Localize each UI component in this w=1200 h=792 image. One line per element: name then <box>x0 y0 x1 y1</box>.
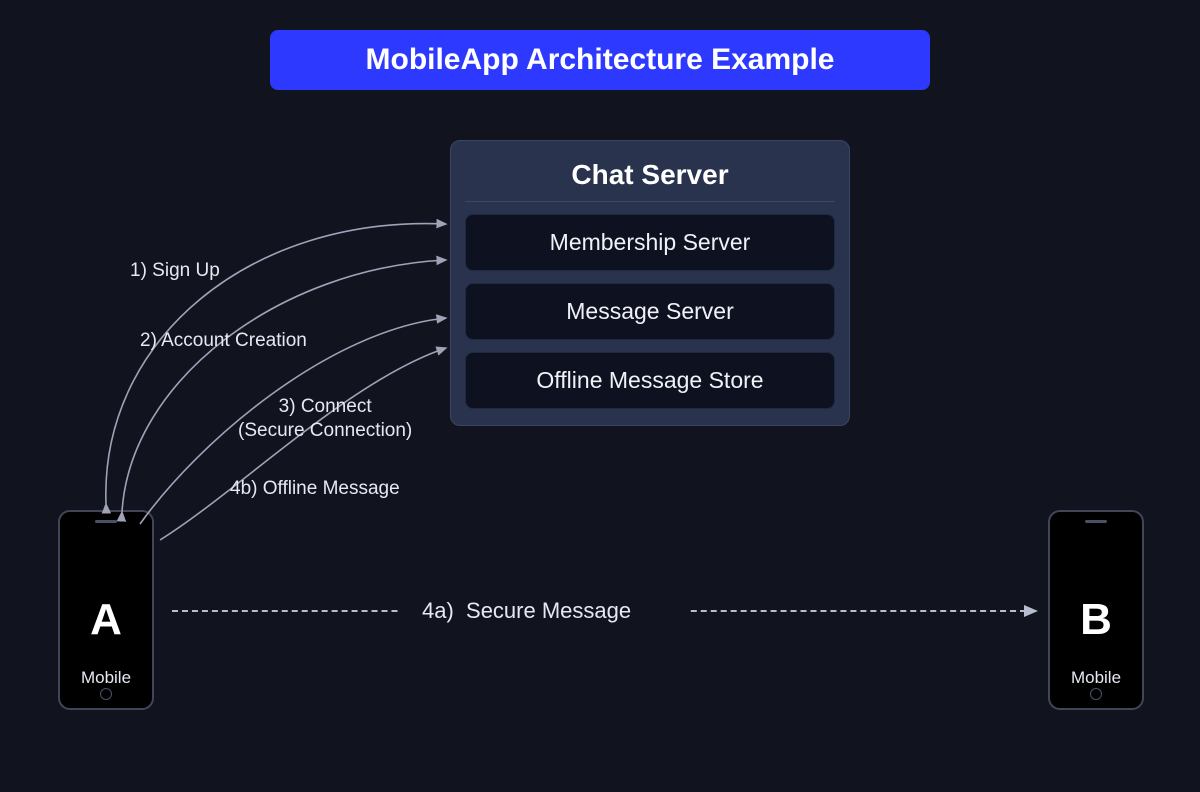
phone-b-node: B Mobile <box>1048 510 1144 710</box>
phone-b-label: Mobile <box>1071 668 1121 688</box>
flow-label-offline-message: 4b) Offline Message <box>230 478 400 500</box>
offline-message-store-node: Offline Message Store <box>465 352 835 409</box>
flow-label-connect: 3) Connect (Secure Connection) <box>238 395 412 443</box>
message-server-node: Message Server <box>465 283 835 340</box>
phone-a-node: A Mobile <box>58 510 154 710</box>
chat-server-container: Chat Server Membership Server Message Se… <box>450 140 850 426</box>
phone-b-letter: B <box>1080 595 1112 645</box>
diagram-canvas: MobileApp Architecture Example Chat Serv… <box>0 0 1200 792</box>
chat-server-title: Chat Server <box>465 153 835 202</box>
membership-server-node: Membership Server <box>465 214 835 271</box>
flow-label-secure-message: 4a) Secure Message <box>422 598 631 624</box>
flow-label-signup: 1) Sign Up <box>130 260 220 282</box>
phone-a-label: Mobile <box>81 668 131 688</box>
phone-a-letter: A <box>90 595 122 645</box>
page-title-banner: MobileApp Architecture Example <box>270 30 930 90</box>
page-title: MobileApp Architecture Example <box>366 43 835 77</box>
flow-label-account-creation: 2) Account Creation <box>140 330 307 352</box>
